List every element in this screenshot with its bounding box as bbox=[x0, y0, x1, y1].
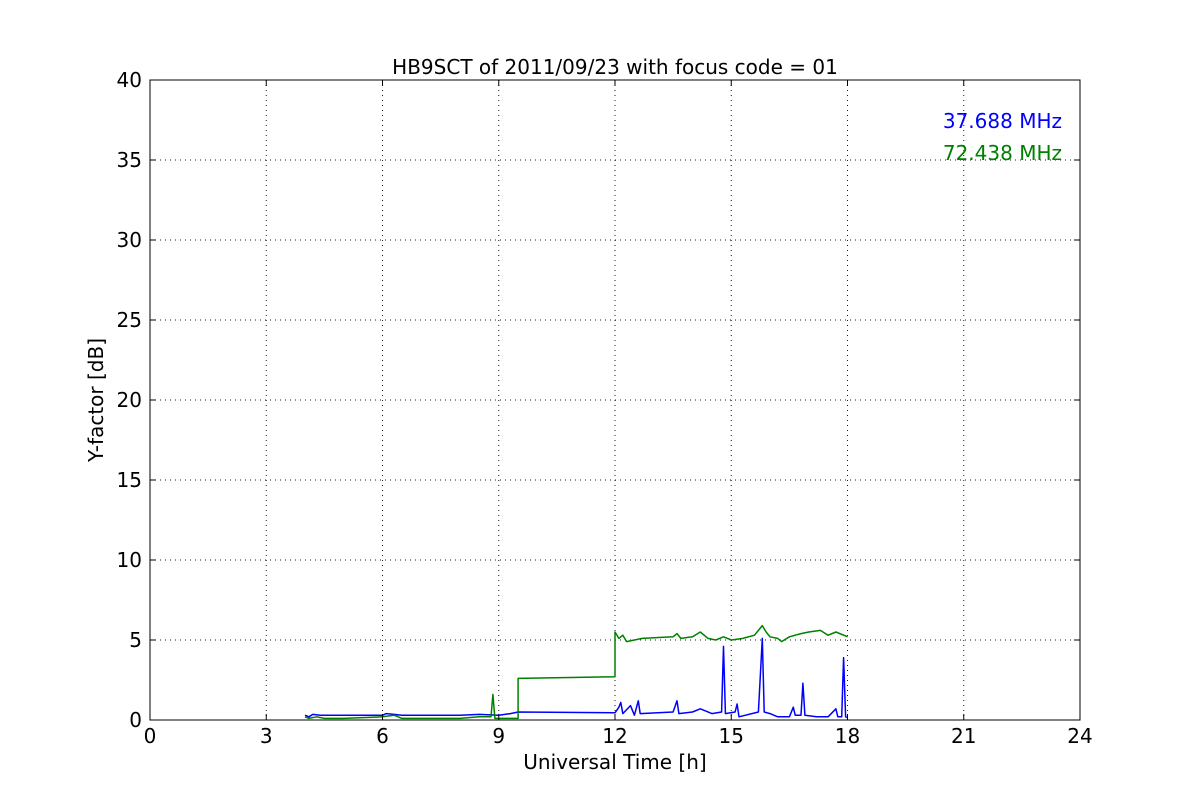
chart: 0 3 6 9 12 15 18 21 24 0 5 10 15 20 25 30 35 40 HB9SCT of… bbox=[0, 0, 1200, 800]
x-tick-label: 12 bbox=[602, 724, 627, 748]
x-tick-label: 0 bbox=[144, 724, 157, 748]
x-tick-label: 18 bbox=[835, 724, 860, 748]
legend-entry-0: 37.688 MHz bbox=[943, 109, 1062, 133]
x-axis-label: Universal Time [h] bbox=[523, 750, 706, 774]
y-tick-label: 10 bbox=[117, 548, 142, 572]
x-tick-label: 15 bbox=[719, 724, 744, 748]
x-tick-label: 21 bbox=[951, 724, 976, 748]
x-tick-label: 6 bbox=[376, 724, 389, 748]
x-tick-label: 3 bbox=[260, 724, 273, 748]
y-tick-label: 5 bbox=[129, 628, 142, 652]
x-tick-label: 9 bbox=[492, 724, 505, 748]
y-tick-label: 0 bbox=[129, 708, 142, 732]
y-tick-label: 30 bbox=[117, 228, 142, 252]
y-tick-label: 40 bbox=[117, 68, 142, 92]
y-axis-label: Y-factor [dB] bbox=[84, 338, 108, 463]
y-tick-label: 20 bbox=[117, 388, 142, 412]
y-tick-label: 25 bbox=[117, 308, 142, 332]
x-tick-label: 24 bbox=[1067, 724, 1092, 748]
legend-entry-1: 72.438 MHz bbox=[943, 141, 1062, 165]
y-tick-label: 15 bbox=[117, 468, 142, 492]
chart-title: HB9SCT of 2011/09/23 with focus code = 0… bbox=[392, 55, 838, 79]
y-tick-label: 35 bbox=[117, 148, 142, 172]
